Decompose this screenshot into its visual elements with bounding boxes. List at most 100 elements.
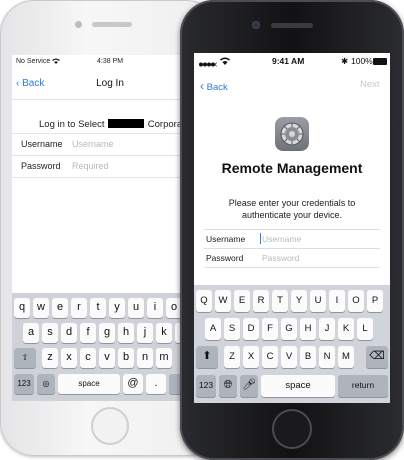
password-row: Password Required: [12, 155, 208, 178]
key[interactable]: F: [262, 318, 278, 340]
home-button[interactable]: [272, 409, 312, 449]
key[interactable]: w: [33, 298, 49, 318]
globe-icon: ◎: [42, 379, 50, 388]
key[interactable]: v: [99, 348, 115, 368]
signal-icon: [199, 59, 219, 69]
home-button[interactable]: [91, 407, 129, 445]
battery-percent: 100%: [351, 56, 373, 66]
username-row: Username Username: [204, 229, 380, 249]
key[interactable]: L: [357, 318, 373, 340]
carrier-text: No Service: [16, 58, 51, 65]
delete-key[interactable]: ⌫: [366, 346, 388, 368]
bluetooth-icon: ✱: [341, 56, 349, 66]
login-prompt: Log in to Select Corporation: [12, 119, 208, 130]
key[interactable]: X: [243, 346, 259, 368]
earpiece: [271, 23, 313, 28]
key[interactable]: R: [253, 290, 269, 312]
key[interactable]: N: [319, 346, 335, 368]
key[interactable]: b: [118, 348, 134, 368]
key[interactable]: V: [281, 346, 297, 368]
back-label: Back: [206, 82, 228, 93]
password-field[interactable]: Required: [72, 161, 109, 171]
key[interactable]: Z: [224, 346, 240, 368]
username-label: Username: [21, 139, 63, 149]
key[interactable]: r: [71, 298, 87, 318]
key[interactable]: T: [272, 290, 288, 312]
key[interactable]: W: [215, 290, 231, 312]
globe-key[interactable]: ◎: [37, 374, 55, 394]
status-bar: 9:41 AM ✱ 100%: [194, 53, 390, 69]
next-button[interactable]: Next: [360, 79, 380, 90]
key[interactable]: a: [23, 323, 39, 343]
key[interactable]: H: [300, 318, 316, 340]
key[interactable]: S: [224, 318, 240, 340]
key[interactable]: E: [234, 290, 250, 312]
globe-key[interactable]: 🌐︎: [219, 375, 237, 397]
white-phone-screen: No Service 4:38 PM ‹ Back Log In Log in …: [12, 55, 208, 401]
password-field[interactable]: Password: [262, 253, 299, 263]
globe-icon: 🌐︎: [223, 379, 233, 391]
key[interactable]: U: [310, 290, 326, 312]
key[interactable]: x: [61, 348, 77, 368]
prompt-prefix: Log in to Select: [39, 119, 105, 130]
key[interactable]: m: [156, 348, 172, 368]
key[interactable]: t: [90, 298, 106, 318]
shift-key[interactable]: ⇧: [14, 348, 36, 368]
key[interactable]: q: [14, 298, 30, 318]
key[interactable]: c: [80, 348, 96, 368]
page-title: Log In: [96, 78, 124, 89]
shift-icon: ⇧: [21, 353, 29, 362]
numbers-key[interactable]: 123: [196, 375, 216, 397]
key[interactable]: f: [80, 323, 96, 343]
back-button[interactable]: ‹ Back: [200, 79, 228, 93]
key[interactable]: j: [137, 323, 153, 343]
return-key[interactable]: return: [338, 375, 388, 397]
nav-bar: ‹ Back Log In: [12, 69, 208, 100]
key[interactable]: i: [147, 298, 163, 318]
status-bar: No Service 4:38 PM: [12, 55, 208, 69]
key[interactable]: s: [42, 323, 58, 343]
key[interactable]: y: [109, 298, 125, 318]
text-cursor: [260, 233, 261, 244]
at-key[interactable]: @: [123, 374, 143, 394]
shift-key[interactable]: ⬆: [196, 346, 218, 368]
keyboard: Q W E R T Y U I O P A S D F G H J K L ⬆ …: [194, 285, 390, 403]
key[interactable]: O: [348, 290, 364, 312]
key[interactable]: P: [367, 290, 383, 312]
wifi-icon: [52, 58, 60, 66]
numbers-key[interactable]: 123: [14, 374, 34, 394]
key[interactable]: I: [329, 290, 345, 312]
space-key[interactable]: space: [261, 375, 335, 397]
key[interactable]: e: [52, 298, 68, 318]
key[interactable]: h: [118, 323, 134, 343]
key[interactable]: g: [99, 323, 115, 343]
key[interactable]: B: [300, 346, 316, 368]
key[interactable]: A: [205, 318, 221, 340]
key[interactable]: D: [243, 318, 259, 340]
row-divider: [204, 267, 380, 268]
key[interactable]: C: [262, 346, 278, 368]
password-row: Password Password: [204, 248, 380, 268]
key[interactable]: Q: [196, 290, 212, 312]
microphone-key[interactable]: 🎤︎: [240, 375, 258, 397]
username-field[interactable]: Username: [72, 139, 114, 149]
key[interactable]: K: [338, 318, 354, 340]
key[interactable]: G: [281, 318, 297, 340]
redaction-bar: [108, 119, 145, 128]
key[interactable]: d: [61, 323, 77, 343]
key[interactable]: z: [42, 348, 58, 368]
key[interactable]: M: [338, 346, 354, 368]
key[interactable]: k: [156, 323, 172, 343]
key[interactable]: J: [319, 318, 335, 340]
key[interactable]: Y: [291, 290, 307, 312]
space-key[interactable]: space: [58, 374, 120, 394]
settings-gear-icon: [275, 117, 309, 151]
password-label: Password: [21, 161, 61, 171]
username-field[interactable]: Username: [262, 234, 301, 244]
front-camera: [252, 21, 260, 29]
period-key[interactable]: .: [146, 374, 166, 394]
key[interactable]: u: [128, 298, 144, 318]
chevron-left-icon: ‹: [200, 79, 204, 93]
key[interactable]: n: [137, 348, 153, 368]
microphone-icon: 🎤︎: [242, 379, 256, 391]
